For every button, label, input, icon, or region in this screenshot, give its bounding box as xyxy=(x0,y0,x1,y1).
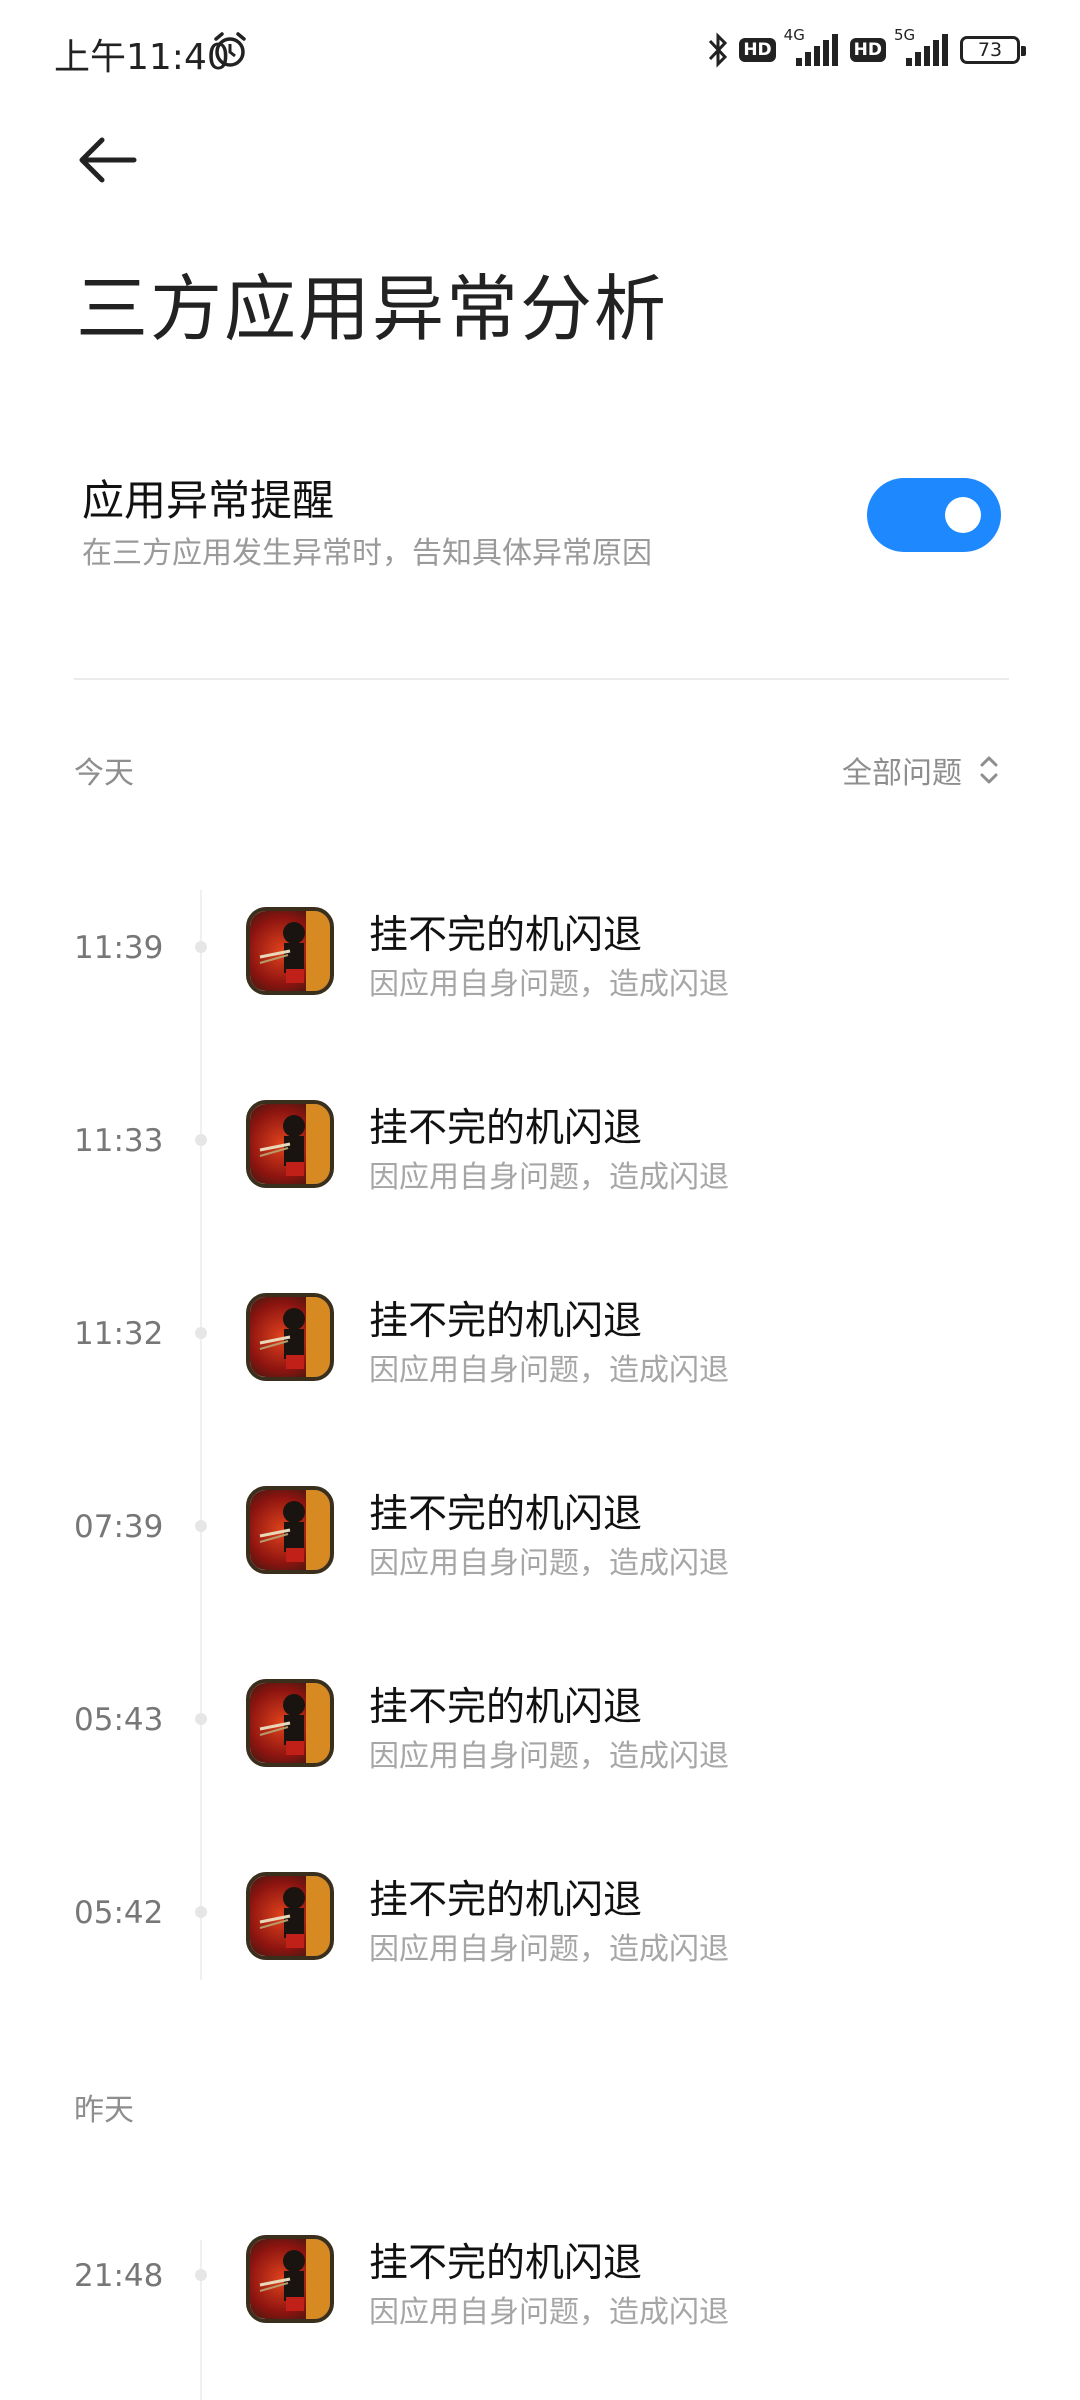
chevron-up-down-icon xyxy=(980,756,998,784)
crash-time: 11:33 xyxy=(74,1123,164,1159)
crash-list-item[interactable]: 21:48 挂不完的机闪退 因应用自身问题，造成闪退 xyxy=(0,2218,1080,2338)
timeline-dot xyxy=(195,1327,207,1339)
signal-5g-icon: 5G xyxy=(894,26,952,70)
timeline-dot xyxy=(195,1134,207,1146)
crash-reason: 因应用自身问题，造成闪退 xyxy=(369,2295,729,2330)
app-name: 挂不完的机闪退 xyxy=(369,913,643,958)
app-name: 挂不完的机闪退 xyxy=(369,1299,643,1344)
signal-4g-icon: 4G xyxy=(784,26,842,70)
section-label-yesterday: 昨天 xyxy=(74,2093,134,2128)
app-name: 挂不完的机闪退 xyxy=(369,1106,643,1151)
timeline-dot xyxy=(195,1520,207,1532)
timeline-dot xyxy=(195,941,207,953)
crash-list-item[interactable]: 07:39 挂不完的机闪退 因应用自身问题，造成闪退 xyxy=(0,1469,1080,1589)
status-time: 上午11:40 xyxy=(54,37,230,78)
hd-badge-2: HD xyxy=(849,38,886,62)
hd-badge: HD xyxy=(739,38,776,62)
timeline-line xyxy=(200,890,202,1980)
crash-list-item[interactable]: 05:43 挂不完的机闪退 因应用自身问题，造成闪退 xyxy=(0,1662,1080,1782)
app-icon xyxy=(246,2235,334,2323)
page-title: 三方应用异常分析 xyxy=(76,267,669,351)
app-name: 挂不完的机闪退 xyxy=(369,1492,643,1537)
crash-time: 21:48 xyxy=(74,2258,164,2294)
crash-time: 11:32 xyxy=(74,1316,164,1352)
abnormal-reminder-toggle[interactable] xyxy=(867,478,1001,552)
crash-reason: 因应用自身问题，造成闪退 xyxy=(369,967,729,1002)
setting-subtitle: 在三方应用发生异常时，告知具体异常原因 xyxy=(82,536,652,571)
setting-title: 应用异常提醒 xyxy=(82,476,335,525)
section-label-today: 今天 xyxy=(74,756,134,791)
crash-time: 05:42 xyxy=(74,1895,164,1931)
toggle-knob xyxy=(945,497,981,533)
crash-list-item[interactable]: 11:39 挂不完的机闪退 因应用自身问题，造成闪退 xyxy=(0,890,1080,1010)
app-name: 挂不完的机闪退 xyxy=(369,1878,643,1923)
divider xyxy=(74,678,1009,680)
status-bar: 上午11:40 HD 4G HD 5G 73 xyxy=(0,0,1080,100)
crash-time: 11:39 xyxy=(74,930,164,966)
crash-time: 07:39 xyxy=(74,1509,164,1545)
arrow-left-icon[interactable] xyxy=(74,130,144,190)
crash-time: 05:43 xyxy=(74,1702,164,1738)
app-name: 挂不完的机闪退 xyxy=(369,1685,643,1730)
app-name: 挂不完的机闪退 xyxy=(369,2241,643,2286)
battery-level: 73 xyxy=(977,39,1003,61)
app-icon xyxy=(246,1100,334,1188)
timeline-dot xyxy=(195,1713,207,1725)
crash-list-item[interactable]: 11:33 挂不完的机闪退 因应用自身问题，造成闪退 xyxy=(0,1083,1080,1203)
crash-reason: 因应用自身问题，造成闪退 xyxy=(369,1353,729,1388)
alarm-icon xyxy=(214,32,246,67)
status-icons: HD 4G HD 5G 73 xyxy=(705,26,1026,72)
crash-reason: 因应用自身问题，造成闪退 xyxy=(369,1932,729,1967)
battery-icon: 73 xyxy=(960,36,1026,64)
app-icon xyxy=(246,1679,334,1767)
timeline-dot xyxy=(195,2269,207,2281)
timeline-dot xyxy=(195,1906,207,1918)
crash-reason: 因应用自身问题，造成闪退 xyxy=(369,1739,729,1774)
crash-reason: 因应用自身问题，造成闪退 xyxy=(369,1546,729,1581)
app-icon xyxy=(246,1872,334,1960)
app-icon xyxy=(246,907,334,995)
app-icon xyxy=(246,1293,334,1381)
filter-dropdown[interactable]: 全部问题 xyxy=(842,748,1000,792)
app-icon xyxy=(246,1486,334,1574)
crash-list-item[interactable]: 05:42 挂不完的机闪退 因应用自身问题，造成闪退 xyxy=(0,1855,1080,1975)
crash-reason: 因应用自身问题，造成闪退 xyxy=(369,1160,729,1195)
bluetooth-icon xyxy=(709,32,728,68)
filter-label: 全部问题 xyxy=(842,756,962,791)
crash-list-item[interactable]: 11:32 挂不完的机闪退 因应用自身问题，造成闪退 xyxy=(0,1276,1080,1396)
